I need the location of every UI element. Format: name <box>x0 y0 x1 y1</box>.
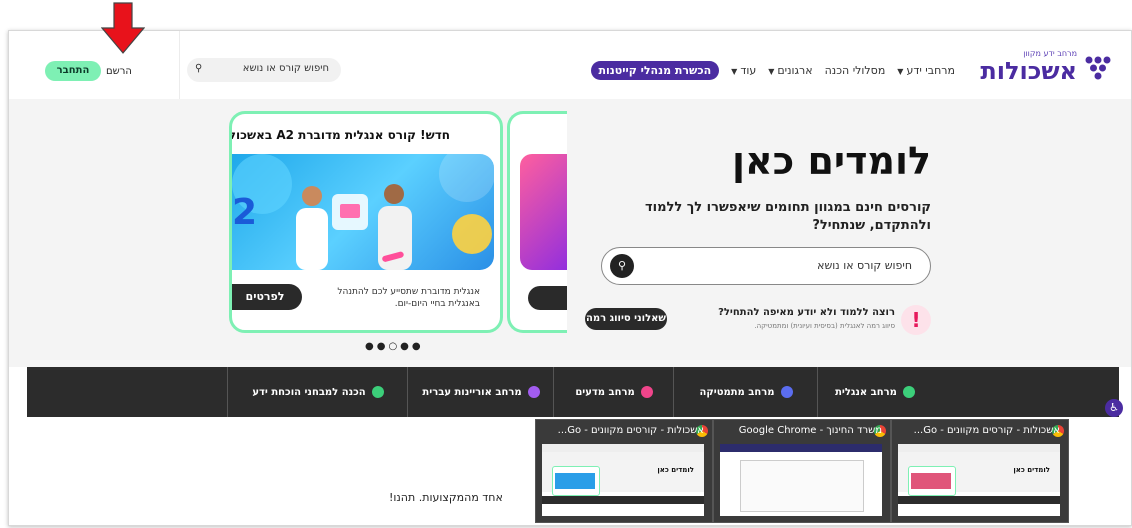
site-header: מרחב ידע מקוון אשכולות מרחבי ידע▼ מסלולי… <box>9 31 1131 99</box>
thumb-card-image <box>911 473 951 489</box>
science-icon <box>640 386 653 398</box>
course-card-title: חדש! קורס אנגלית מדוברת A2 באשכולות <box>229 128 450 142</box>
header-search-placeholder: חיפוש קורס או נושא <box>242 63 329 74</box>
bottom-text: אחד מהמקצועות. תהנו! <box>389 491 503 504</box>
window-thumbnail: לומדים כאן <box>898 444 1060 516</box>
exam-icon <box>371 386 384 398</box>
hero-title: לומדים כאן <box>732 139 931 183</box>
course-card-image <box>520 154 567 270</box>
thumb-card <box>552 466 600 496</box>
grape-cluster-icon <box>1085 56 1111 80</box>
nav-label: מסלולי הכנה <box>824 64 886 77</box>
thumb-hero: לומדים כאן <box>898 452 1060 496</box>
category-label: מרחב מדעים <box>575 386 635 398</box>
thumb-card <box>908 466 956 496</box>
hero-subtitle: קורסים חינם במגוון תחומים שיאפשרו לך ללמ… <box>645 200 931 233</box>
course-details-button[interactable]: לפרטים <box>232 284 302 310</box>
english-icon <box>902 386 915 398</box>
thumb-hero: לומדים כאן <box>542 452 704 496</box>
category-science[interactable]: מרחב מדעים <box>553 367 674 417</box>
nav-label: עוד <box>740 64 757 77</box>
level-questionnaire-button[interactable]: שאלוני סיווג רמה <box>585 308 667 330</box>
thumb-content <box>740 460 864 512</box>
hero-search-input[interactable]: חיפוש קורס או נושא ⚲ <box>601 247 931 285</box>
thumb-header <box>898 444 1060 452</box>
thumb-title: לומדים כאן <box>657 466 694 474</box>
caret-down-icon: ▼ <box>731 67 738 76</box>
caret-down-icon: ▼ <box>768 67 775 76</box>
register-link[interactable]: הרשם <box>106 66 132 77</box>
caret-down-icon: ▼ <box>897 67 904 76</box>
window-preview-2[interactable]: משרד החינוך - Google Chrome <box>713 419 891 523</box>
window-preview-1[interactable]: אשכולות - קורסים מקוונים - Go... לומדים … <box>891 419 1069 523</box>
site-logo[interactable]: מרחב ידע מקוון אשכולות <box>973 49 1113 89</box>
search-icon[interactable]: ⚲ <box>195 63 202 74</box>
svg-text:2: 2 <box>232 192 257 233</box>
thumb-category-bar <box>898 496 1060 504</box>
category-hebrew-literacy[interactable]: מרחב אוריינות עברית <box>407 367 554 417</box>
category-label: הכנה למבחני הוכחת ידע <box>252 386 366 398</box>
browser-page: מרחב ידע מקוון אשכולות מרחבי ידע▼ מסלולי… <box>8 30 1132 526</box>
header-divider <box>179 31 180 99</box>
category-math[interactable]: מרחב מתמטיקה <box>673 367 818 417</box>
accessibility-icon[interactable]: ♿ <box>1105 399 1123 417</box>
header-search-input[interactable]: חיפוש קורס או נושא ⚲ <box>187 58 341 82</box>
search-icon[interactable]: ⚲ <box>610 254 634 278</box>
window-preview-title: אשכולות - קורסים מקוונים - Go... <box>558 425 704 436</box>
nav-label: ארגונים <box>777 64 813 77</box>
level-prompt-title: רוצה ללמוד ולא יודע מאיפה להתחיל? <box>718 307 895 318</box>
category-english[interactable]: מרחב אנגלית <box>817 367 932 417</box>
category-label: מרחב מתמטיקה <box>699 386 775 398</box>
course-illustration: 2 <box>232 154 494 270</box>
window-thumbnail <box>720 444 882 516</box>
nav-more[interactable]: עוד▼ <box>731 64 756 77</box>
thumb-card-image <box>555 473 595 489</box>
course-card-partial[interactable] <box>507 111 567 333</box>
thumb-category-bar <box>542 496 704 504</box>
window-thumbnail: לומדים כאן <box>542 444 704 516</box>
logo-name: אשכולות <box>980 57 1077 85</box>
course-card[interactable]: חדש! קורס אנגלית מדוברת A2 באשכולות 2 אנ… <box>229 111 503 333</box>
carousel-dots[interactable]: ●●○●● <box>365 341 424 352</box>
nav-camp-managers-training[interactable]: הכשרת מנהלי קייטנות <box>590 61 720 80</box>
course-card-description: אנגלית מדוברת שתסייע לכם להתנהל באנגלית … <box>337 287 480 309</box>
nav-prep-tracks[interactable]: מסלולי הכנה <box>825 64 886 77</box>
red-arrow-annotation-icon <box>101 2 145 54</box>
course-details-button[interactable] <box>528 286 567 310</box>
category-label: מרחב אנגלית <box>835 386 897 398</box>
category-label: מרחב אוריינות עברית <box>422 386 522 398</box>
nav-label: מרחבי ידע <box>906 64 955 77</box>
main-nav: מרחבי ידע▼ מסלולי הכנה ארגונים▼ עוד▼ הכש… <box>590 61 955 80</box>
level-prompt-subtitle: סיווג רמה לאנגלית (בסיסית ועיונית) ומתמט… <box>754 322 895 330</box>
window-preview-title: משרד החינוך - Google Chrome <box>738 425 882 436</box>
nav-organizations[interactable]: ארגונים▼ <box>768 64 812 77</box>
hero-section: לומדים כאן קורסים חינם במגוון תחומים שיא… <box>9 99 1131 367</box>
exclamation-icon: ! <box>901 305 931 335</box>
thumb-title: לומדים כאן <box>1013 466 1050 474</box>
category-knowledge-exams[interactable]: הכנה למבחני הוכחת ידע <box>227 367 408 417</box>
login-button[interactable]: התחבר <box>45 61 101 81</box>
category-bar: מרחב אנגלית מרחב מתמטיקה מרחב מדעים מרחב… <box>27 367 1119 417</box>
window-preview-3[interactable]: אשכולות - קורסים מקוונים - Go... לומדים … <box>535 419 713 523</box>
course-card-image: 2 <box>232 154 494 270</box>
math-icon <box>780 386 793 398</box>
hebrew-icon <box>527 386 540 398</box>
nav-knowledge-spaces[interactable]: מרחבי ידע▼ <box>897 64 955 77</box>
window-preview-title: אשכולות - קורסים מקוונים - Go... <box>914 425 1060 436</box>
thumb-header <box>542 444 704 452</box>
hero-search-placeholder: חיפוש קורס או נושא <box>817 259 912 272</box>
thumb-header <box>720 444 882 452</box>
